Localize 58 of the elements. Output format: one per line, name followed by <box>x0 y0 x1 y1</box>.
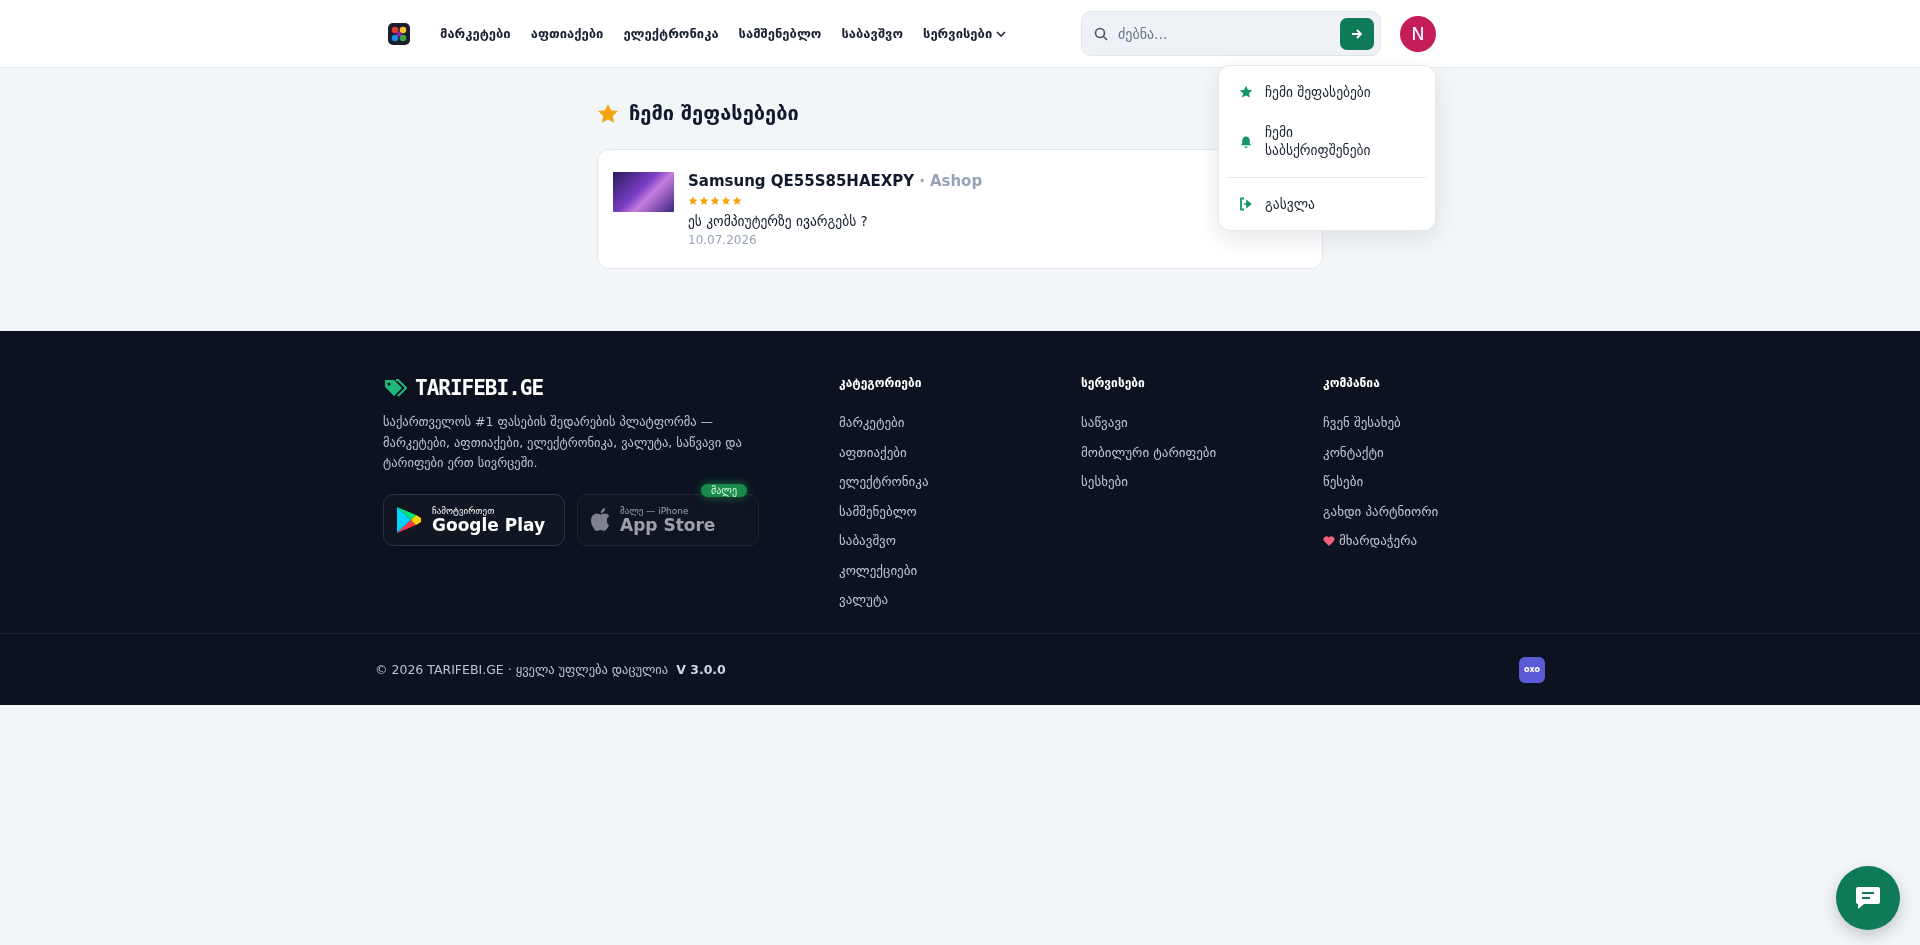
search-icon <box>1094 26 1108 41</box>
play-store-icon <box>396 505 422 534</box>
footer-link[interactable]: სესხები <box>1081 467 1323 497</box>
nav-link[interactable]: სამშენებლო <box>738 20 822 47</box>
chat-button[interactable] <box>1836 866 1900 930</box>
nav-link[interactable]: ელექტრონიკა <box>623 20 719 47</box>
footer-heading: კომპანია <box>1323 376 1381 390</box>
logo-icon[interactable] <box>388 22 410 45</box>
star-icon <box>597 102 619 124</box>
coming-soon-badge: მალე <box>700 483 747 497</box>
chat-bubble-icon <box>1855 886 1881 910</box>
review-text: ეს კომპიუტერზე ივარგებს ? <box>688 213 869 229</box>
search-submit-button[interactable] <box>1340 17 1374 50</box>
footer-link[interactable]: გახდი პარტნიორი <box>1323 496 1537 526</box>
nav-link[interactable]: საბავშვო <box>841 20 903 47</box>
footer-link[interactable]: ვალუტა <box>839 585 1081 615</box>
bell-icon <box>1239 134 1253 149</box>
footer-link[interactable]: საბავშვო <box>839 526 1081 556</box>
footer-link[interactable]: მხარდაჭერა <box>1323 526 1537 556</box>
brand-name[interactable]: TARIFEBI.GE <box>415 376 544 400</box>
footer-link[interactable]: მობილური ტარიფები <box>1081 437 1323 467</box>
shop-name: Ashop <box>929 172 983 190</box>
nav-link[interactable]: მარკეტები <box>440 20 511 47</box>
review-date: 10.07.2026 <box>688 233 758 247</box>
menu-item[interactable]: გასვლა <box>1219 184 1435 225</box>
page-title: ჩემი შეფასებები <box>629 101 799 125</box>
footer-link[interactable]: წესები <box>1323 467 1537 497</box>
footer-description: საქართველოს #1 ფასების შედარების პლატფორმა — მარკეტები, აფთიაქები, ელექტრონიკა, ვალუტა, საწვავი და ტარიფები ერთ სივრცეში. <box>383 413 743 473</box>
app-store-button[interactable]: ჩამოტვირთეთ Google Play <box>383 493 565 546</box>
product-name[interactable]: Samsung QE55S85HAEXPY <box>688 172 915 190</box>
heart-icon <box>1323 535 1335 547</box>
nav-dropdown[interactable]: სერვისები <box>923 20 1007 47</box>
apple-icon <box>590 507 610 532</box>
menu-item[interactable]: ჩემი შეფასებები <box>1219 72 1435 112</box>
footer-heading: კატეგორიები <box>839 376 923 390</box>
version-label: V 3.0.0 <box>676 662 726 677</box>
footer-link[interactable]: საწვავი <box>1081 408 1323 438</box>
search-field[interactable]: ძებნა... <box>1081 11 1381 56</box>
star-icon <box>1239 85 1253 99</box>
search-input[interactable]: ძებნა... <box>1116 24 1332 43</box>
nav-link[interactable]: აფთიაქები <box>530 20 604 47</box>
footer-link[interactable]: კოლექციები <box>839 555 1081 585</box>
copyright-text: © 2026 TARIFEBI.GE · ყველა უფლება დაცულია <box>375 662 669 677</box>
user-avatar[interactable]: N <box>1400 15 1436 52</box>
footer-link[interactable]: სამშენებლო <box>839 496 1081 526</box>
footer-heading: სერვისები <box>1081 376 1146 390</box>
separator-dot: · <box>919 172 925 190</box>
menu-item[interactable]: ჩემი საბსქრიფშენები <box>1219 112 1435 172</box>
arrow-right-icon <box>1351 27 1363 40</box>
footer-link[interactable]: კონტაქტი <box>1323 437 1537 467</box>
product-photo <box>613 172 674 212</box>
footer-link[interactable]: ელექტრონიკა <box>839 467 1081 497</box>
logout-icon <box>1239 197 1253 212</box>
oxo-badge[interactable]: oxo <box>1519 656 1545 683</box>
footer-link[interactable]: მარკეტები <box>839 408 1081 438</box>
tag-icon <box>383 377 407 399</box>
footer-link[interactable]: აფთიაქები <box>839 437 1081 467</box>
footer-link[interactable]: ჩვენ შესახებ <box>1323 408 1537 438</box>
